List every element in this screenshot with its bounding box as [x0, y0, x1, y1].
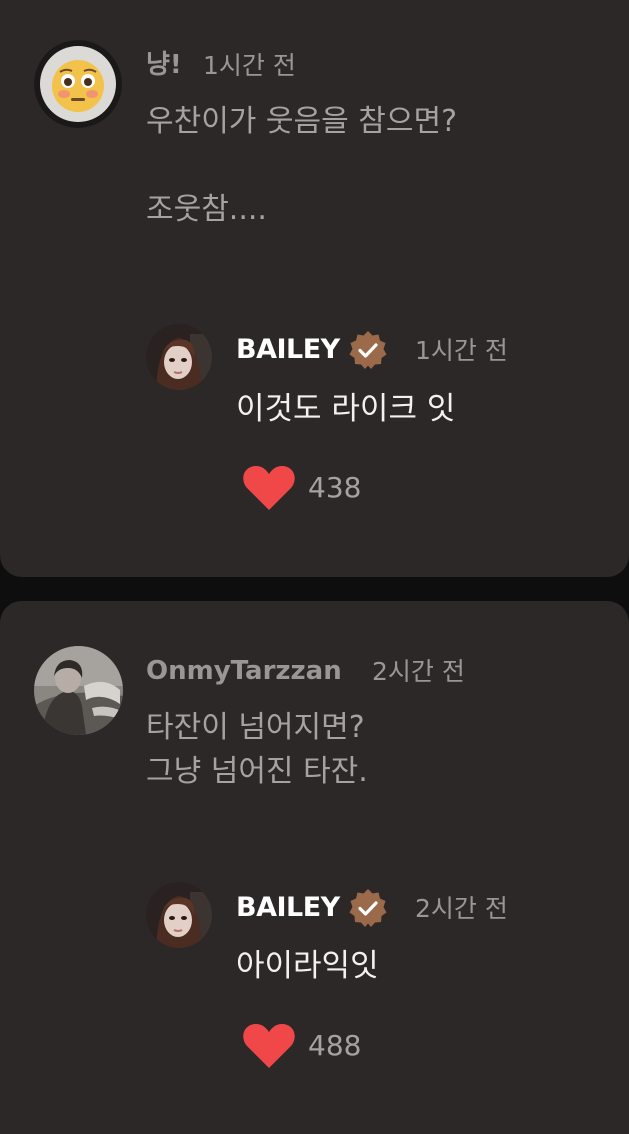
reply-text: 이것도 라이크 잇 — [236, 391, 456, 427]
reply-avatar[interactable] — [146, 882, 212, 948]
like-button[interactable]: 488 — [242, 1022, 361, 1070]
like-count: 488 — [308, 1029, 362, 1062]
reply-text: 아이라익잇 — [236, 948, 379, 984]
profile-photo-icon — [146, 882, 212, 948]
reply-avatar[interactable] — [146, 324, 212, 390]
commenter-avatar[interactable] — [34, 646, 123, 735]
profile-photo-icon — [146, 324, 212, 390]
commenter-username[interactable]: 냥! — [146, 52, 182, 78]
comment-timestamp: 2시간 전 — [372, 657, 465, 686]
comments-page: 냥! 1시간 전 우찬이가 웃음을 참으면? 조웃참.... BAILEY 1시… — [0, 0, 629, 1134]
comment-text: 우찬이가 웃음을 참으면? 조웃참.... — [146, 104, 457, 227]
reply-username[interactable]: BAILEY — [236, 336, 340, 363]
heart-icon — [243, 1023, 295, 1068]
verified-badge-icon — [347, 887, 389, 929]
like-button[interactable]: 438 — [242, 464, 361, 512]
reply-timestamp: 2시간 전 — [415, 894, 508, 923]
comment-card: OnmyTarzzan 2시간 전 타잔이 넘어지면? 그냥 넘어진 타잔. B… — [0, 601, 629, 1134]
commenter-avatar[interactable] — [34, 40, 122, 128]
comment-card: 냥! 1시간 전 우찬이가 웃음을 참으면? 조웃참.... BAILEY 1시… — [0, 0, 629, 577]
like-count: 438 — [308, 471, 362, 504]
verified-badge-icon — [347, 329, 389, 371]
comment-text: 타잔이 넘어지면? 그냥 넘어진 타잔. — [146, 710, 368, 789]
flushed-face-emoji-icon — [34, 40, 122, 128]
commenter-username[interactable]: OnmyTarzzan — [146, 658, 342, 684]
profile-photo-icon — [34, 646, 123, 735]
reply-username[interactable]: BAILEY — [236, 894, 340, 921]
comment-timestamp: 1시간 전 — [203, 51, 296, 80]
reply-timestamp: 1시간 전 — [415, 336, 508, 365]
heart-icon — [243, 465, 295, 510]
